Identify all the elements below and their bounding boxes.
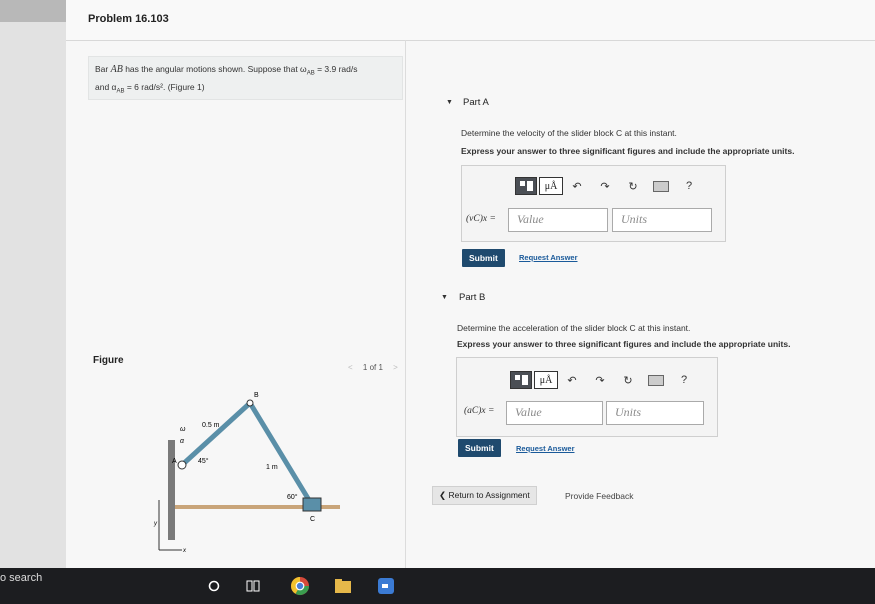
taskbar-search[interactable]: o search <box>0 572 42 584</box>
part-b-label: (aC)x = <box>464 406 495 416</box>
prev-figure-button[interactable]: < <box>348 363 353 372</box>
part-a-value-input[interactable]: Value <box>508 208 608 232</box>
omega-value: = 3.9 rad/s <box>314 64 358 74</box>
pin-a <box>177 460 187 470</box>
statement-text: Bar <box>95 64 109 74</box>
label-a: A <box>172 458 177 465</box>
part-a-label: (vC)x = <box>466 214 496 224</box>
alpha-value: = 6 rad/s² <box>124 81 163 92</box>
return-to-assignment-button[interactable]: ❮ Return to Assignment <box>432 486 537 505</box>
label-x: x <box>182 548 187 554</box>
part-a-instruction: Express your answer to three significant… <box>461 146 795 156</box>
units-symbol-button[interactable]: μÅ <box>539 177 563 195</box>
bar-ab <box>179 400 253 468</box>
label-alpha: α <box>180 438 185 445</box>
collapse-part-b-icon[interactable]: ▼ <box>441 294 448 301</box>
part-b-toolbar: μÅ ↶ ↷ ↻ ? <box>510 371 698 389</box>
label-y: y <box>153 521 158 527</box>
problem-title: Problem 16.103 <box>88 13 169 25</box>
zoom-app-icon[interactable] <box>378 578 394 594</box>
part-a-submit-button[interactable]: Submit <box>462 249 505 267</box>
statement-text: has the angular motions shown. Suppose t… <box>125 64 307 74</box>
label-length-ab: 0.5 m <box>202 422 220 429</box>
cortana-icon[interactable] <box>208 580 220 592</box>
templates-button[interactable] <box>510 371 532 389</box>
part-b-value-input[interactable]: Value <box>506 401 603 425</box>
redo-icon[interactable]: ↷ <box>586 374 614 387</box>
part-b-instruction: Express your answer to three significant… <box>457 339 791 349</box>
pin-b <box>246 399 254 407</box>
file-explorer-icon[interactable] <box>334 578 352 594</box>
label-b: B <box>254 392 259 399</box>
label-c: C <box>310 516 315 523</box>
figure-pager: < 1 of 1 > <box>340 363 406 372</box>
mechanism-figure: B C A 0.5 m 1 m 45° 60° ω α y x <box>153 392 340 554</box>
slider-block-c <box>302 497 322 512</box>
part-b-submit-button[interactable]: Submit <box>458 439 501 457</box>
left-panel <box>0 0 66 585</box>
provide-feedback-link[interactable]: Provide Feedback <box>565 491 634 501</box>
chrome-icon[interactable] <box>290 576 310 596</box>
bar-name: AB <box>110 64 123 75</box>
part-a-toolbar: μÅ ↶ ↷ ↻ ? <box>515 177 703 195</box>
undo-icon[interactable]: ↶ <box>563 180 591 193</box>
figure-reference-link[interactable]: . (Figure 1) <box>163 82 205 92</box>
column-divider <box>405 40 406 580</box>
collapse-part-a-icon[interactable]: ▼ <box>446 99 453 106</box>
label-omega: ω <box>180 426 186 433</box>
pager-count: 1 of 1 <box>362 363 383 372</box>
part-b-question: Determine the acceleration of the slider… <box>457 323 691 333</box>
task-view-icon[interactable] <box>246 580 260 592</box>
part-b-request-answer-link[interactable]: Request Answer <box>516 444 575 453</box>
left-panel-band <box>0 0 66 22</box>
part-a-title[interactable]: Part A <box>463 97 489 108</box>
reset-icon[interactable]: ↻ <box>614 374 642 387</box>
part-a-request-answer-link[interactable]: Request Answer <box>519 253 578 262</box>
units-symbol-button[interactable]: μÅ <box>534 371 558 389</box>
part-a-question: Determine the velocity of the slider blo… <box>461 128 677 138</box>
label-angle-a: 45° <box>198 457 209 465</box>
help-icon[interactable]: ? <box>670 374 698 386</box>
part-b-units-input[interactable]: Units <box>606 401 704 425</box>
help-icon[interactable]: ? <box>675 180 703 192</box>
templates-button[interactable] <box>515 177 537 195</box>
bar-bc <box>247 400 315 508</box>
keyboard-icon[interactable] <box>653 180 669 192</box>
wall-support <box>168 440 175 540</box>
part-a-units-input[interactable]: Units <box>612 208 712 232</box>
part-b-answer-box <box>456 357 718 437</box>
reset-icon[interactable]: ↻ <box>619 180 647 193</box>
label-angle-c: 60° <box>287 493 298 501</box>
header-bar <box>66 0 875 41</box>
label-length-bc: 1 m <box>266 464 278 471</box>
part-b-title[interactable]: Part B <box>459 292 485 303</box>
undo-icon[interactable]: ↶ <box>558 374 586 387</box>
omega-subscript: AB <box>306 70 315 77</box>
keyboard-icon[interactable] <box>648 374 664 386</box>
figure-heading: Figure <box>93 355 124 366</box>
redo-icon[interactable]: ↷ <box>591 180 619 193</box>
taskbar <box>0 568 875 604</box>
next-figure-button[interactable]: > <box>393 363 398 372</box>
problem-statement: Bar AB has the angular motions shown. Su… <box>88 56 403 100</box>
statement-text: and α <box>95 81 117 92</box>
